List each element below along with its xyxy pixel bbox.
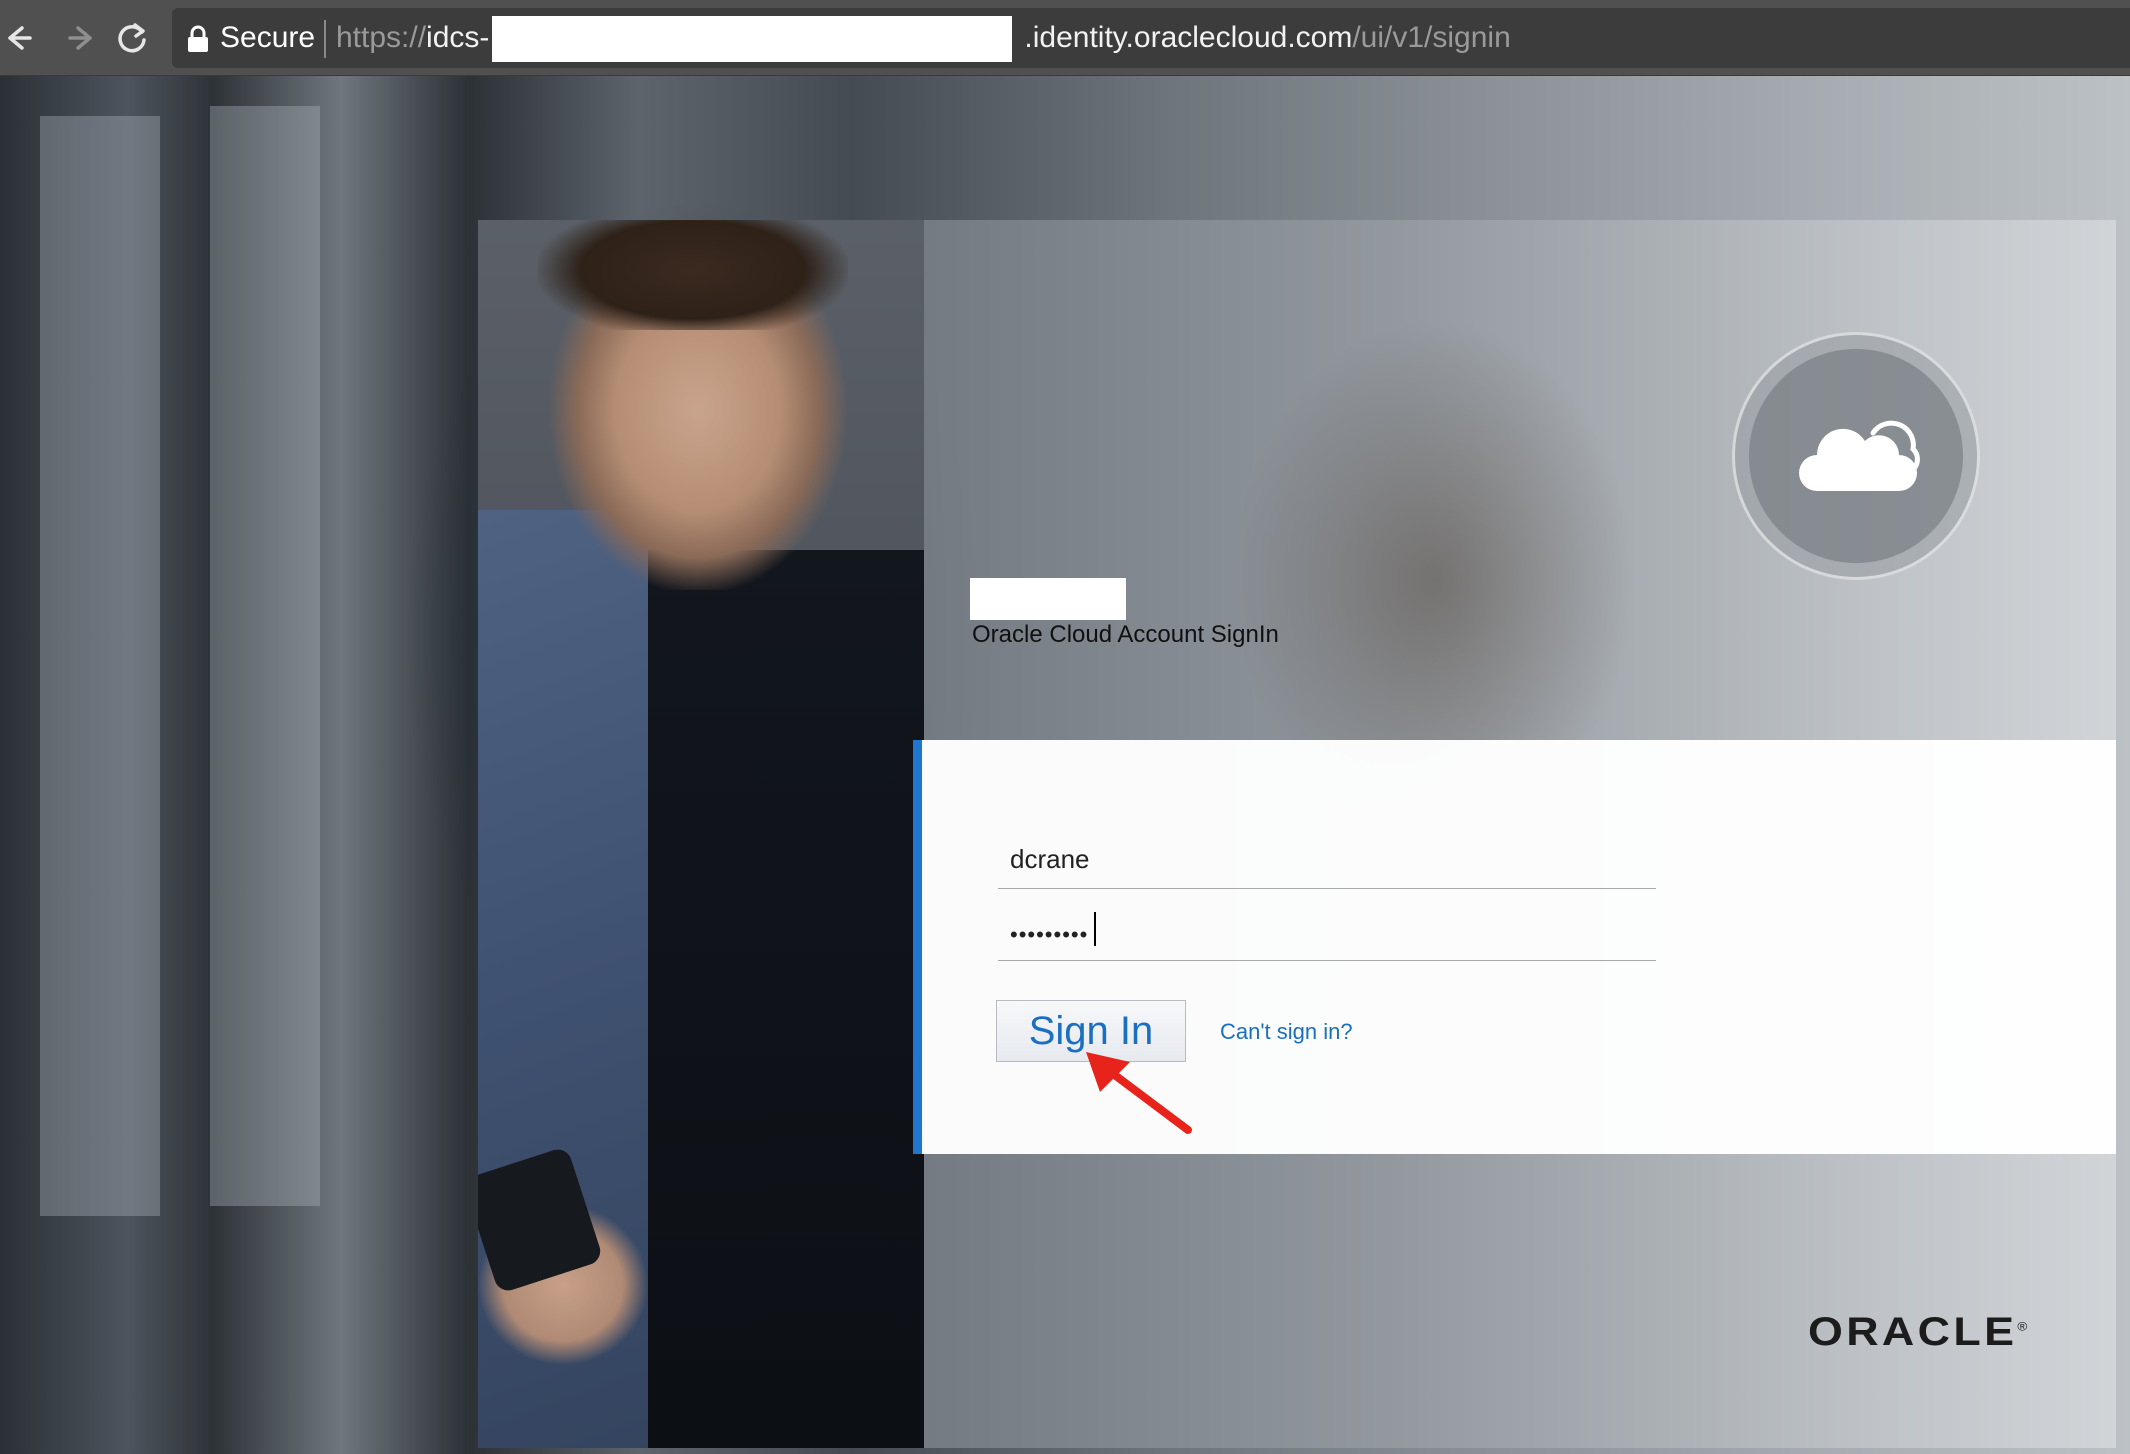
username-field[interactable]: dcrane: [998, 832, 1656, 889]
url-scheme: https://: [336, 21, 427, 54]
arrow-left-icon: [8, 26, 32, 50]
photo-hair: [538, 220, 848, 330]
tenant-name-redaction: [970, 578, 1126, 620]
red-arrow-icon: [1086, 1052, 1192, 1134]
arrow-right-icon: [68, 26, 92, 50]
secure-label: Secure: [220, 21, 316, 54]
signin-card: Oracle Cloud Account SignIn dcrane •••••…: [478, 220, 2116, 1448]
username-value: dcrane: [1010, 844, 1090, 874]
registered-mark: ®: [2017, 1319, 2028, 1334]
hero-photo: [478, 220, 924, 1448]
oracle-logo-text: ORACLE: [1808, 1310, 2018, 1354]
cloud-icon: [1799, 420, 1920, 491]
lock-icon: [188, 25, 208, 52]
omnibox-separator: [324, 20, 326, 58]
address-bar[interactable]: Secure https://idcs- .identity.oracleclou…: [172, 8, 2130, 68]
cant-sign-in-link[interactable]: Can't sign in?: [1220, 1018, 1353, 1046]
password-field[interactable]: •••••••••: [998, 904, 1656, 961]
oracle-logo: ORACLE®: [1808, 1310, 2027, 1355]
password-value: •••••••••: [1010, 922, 1089, 947]
forward-button[interactable]: [54, 14, 102, 62]
background-window-pane: [210, 106, 320, 1206]
signin-title: Oracle Cloud Account SignIn: [972, 621, 1279, 648]
reload-icon: [118, 23, 146, 53]
url-host: .identity.oraclecloud.com: [1024, 21, 1353, 54]
url-redaction: [492, 16, 1012, 62]
cloud-badge: [1732, 332, 1980, 580]
photo-sweater: [648, 550, 924, 1448]
text-caret: [1094, 912, 1096, 946]
background-window-pane: [40, 116, 160, 1216]
url-prefix: idcs-: [426, 21, 490, 54]
reload-button[interactable]: [108, 14, 156, 62]
url-path: /ui/v1/signin: [1352, 21, 1511, 54]
back-button[interactable]: [0, 14, 48, 62]
browser-toolbar: Secure https://idcs- .identity.oracleclou…: [0, 0, 2130, 76]
